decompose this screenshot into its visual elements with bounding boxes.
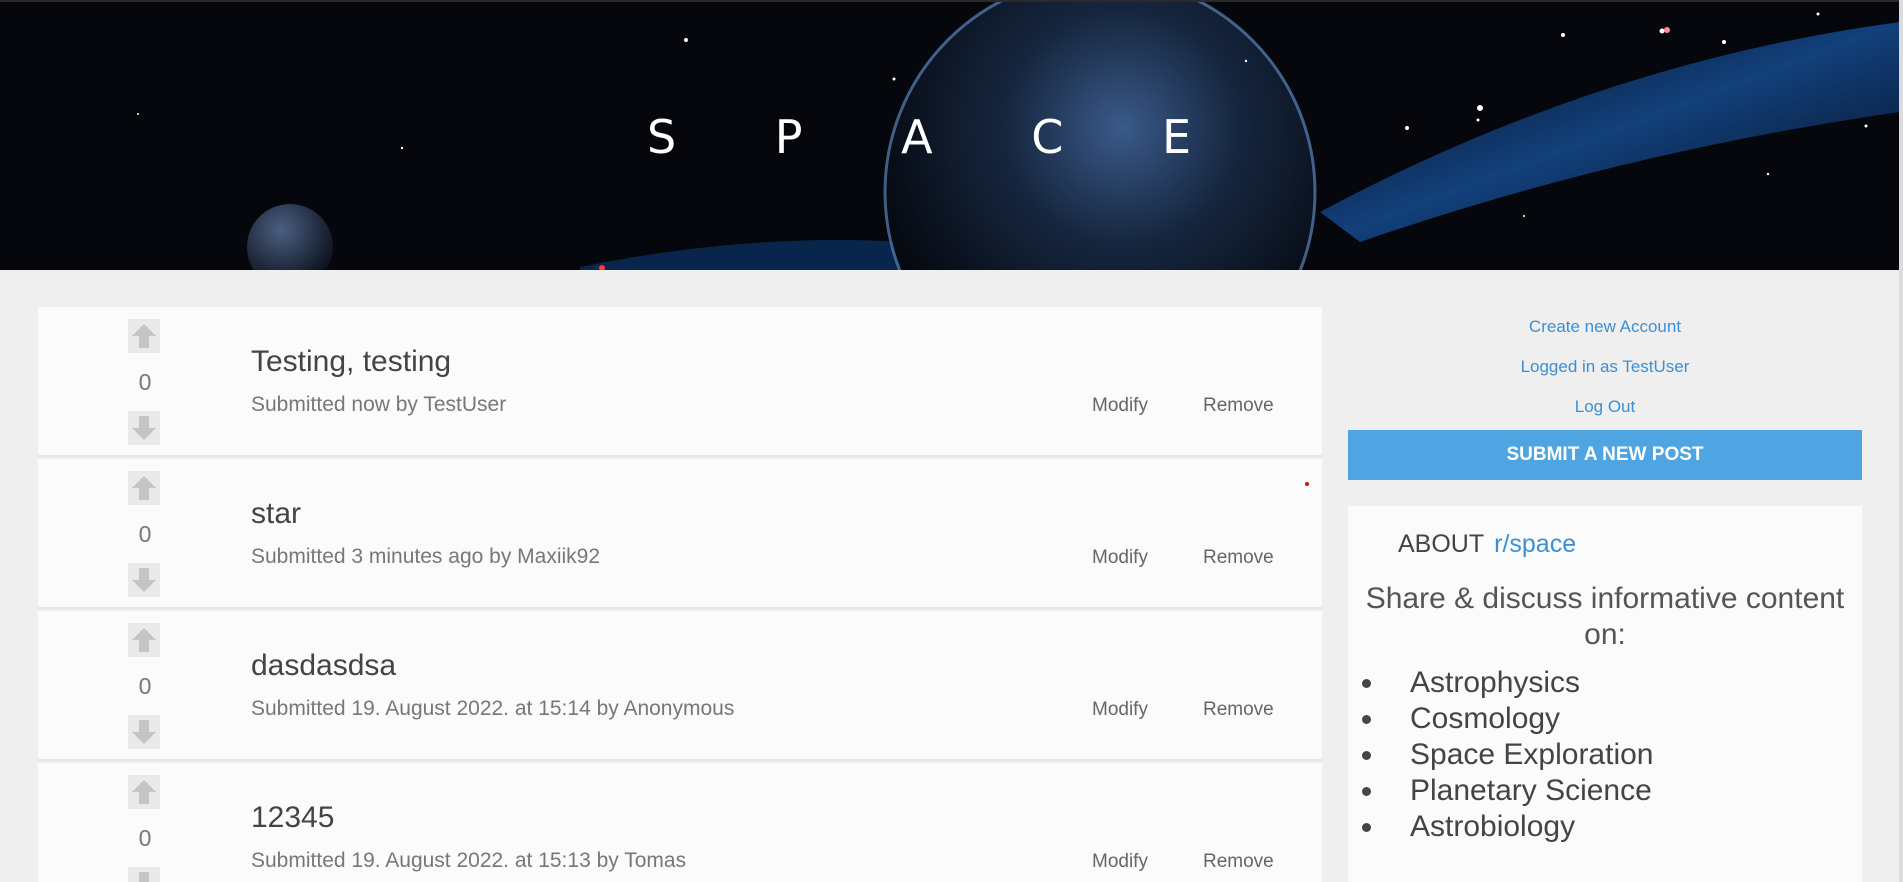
upvote-button[interactable] [128,471,160,505]
upvote-button[interactable] [128,623,160,657]
topic-item: Planetary Science [1348,773,1862,809]
create-account-link[interactable]: Create new Account [1348,307,1862,347]
modify-button[interactable]: Modify [1092,851,1148,873]
vote-score: 0 [138,369,152,395]
logged-in-user-link[interactable]: Logged in as TestUser [1348,347,1862,387]
topic-label: Cosmology [1410,702,1561,735]
topic-item: Cosmology [1348,701,1862,737]
vote-control: 0 [128,623,162,749]
sidebar: Create new Account Logged in as TestUser… [1348,307,1862,882]
bullet-icon [1362,751,1371,760]
post-title[interactable]: star [251,497,301,531]
arrow-up-icon [132,476,156,500]
remove-button[interactable]: Remove [1203,851,1274,873]
bullet-icon [1362,715,1371,724]
topic-label: Space Exploration [1410,738,1654,771]
upvote-button[interactable] [128,319,160,353]
vote-score: 0 [138,521,152,547]
about-heading: ABOUT r/space [1348,530,1862,559]
modify-button[interactable]: Modify [1092,547,1148,569]
cursor-dot [1305,482,1309,486]
arrow-down-icon [132,416,156,440]
vote-control: 0 [128,319,162,445]
arrow-down-icon [132,568,156,592]
arrow-up-icon [132,780,156,804]
remove-button[interactable]: Remove [1203,395,1274,417]
topic-label: Astrophysics [1410,666,1581,699]
vote-score: 0 [138,673,152,699]
post-title[interactable]: 12345 [251,801,334,835]
about-panel: ABOUT r/space Share & discuss informative… [1348,506,1862,882]
downvote-button[interactable] [128,867,160,882]
post-card: 0 star Submitted 3 minutes ago by Maxiik… [38,459,1322,609]
vote-control: 0 [128,471,162,597]
bullet-icon [1362,679,1371,688]
downvote-button[interactable] [128,563,160,597]
arrow-up-icon [132,324,156,348]
downvote-button[interactable] [128,715,160,749]
space-banner: S P A C E [0,0,1900,270]
post-card: 0 Testing, testing Submitted now by Test… [38,307,1322,457]
topic-label: Astrobiology [1410,810,1576,843]
post-meta: Submitted 19. August 2022. at 15:14 by A… [251,697,735,720]
post-list: 0 Testing, testing Submitted now by Test… [38,307,1322,882]
vote-control: 0 [128,775,162,882]
upvote-button[interactable] [128,775,160,809]
arrow-down-icon [132,720,156,744]
scrollbar[interactable] [1899,0,1903,882]
downvote-button[interactable] [128,411,160,445]
topic-item: Astrophysics [1348,665,1862,701]
bullet-icon [1362,823,1371,832]
topic-label: Planetary Science [1410,774,1652,807]
topic-list: Astrophysics Cosmology Space Exploration… [1348,665,1862,845]
subreddit-link[interactable]: r/space [1494,530,1576,558]
bullet-icon [1362,787,1371,796]
remove-button[interactable]: Remove [1203,547,1274,569]
post-card: 0 12345 Submitted 19. August 2022. at 15… [38,763,1322,882]
about-label: ABOUT [1398,530,1485,558]
post-meta: Submitted now by TestUser [251,393,507,416]
post-meta: Submitted 19. August 2022. at 15:13 by T… [251,849,687,872]
arrow-down-icon [139,872,149,882]
banner-title: S P A C E [646,110,1234,164]
modify-button[interactable]: Modify [1092,395,1148,417]
post-title[interactable]: dasdasdsa [251,649,396,683]
remove-button[interactable]: Remove [1203,699,1274,721]
submit-new-post-button[interactable]: SUBMIT A NEW POST [1348,430,1862,480]
post-title[interactable]: Testing, testing [251,345,451,379]
topic-item: Space Exploration [1348,737,1862,773]
post-meta: Submitted 3 minutes ago by Maxiik92 [251,545,601,568]
arrow-up-icon [132,628,156,652]
modify-button[interactable]: Modify [1092,699,1148,721]
log-out-link[interactable]: Log Out [1348,387,1862,427]
topic-item: Astrobiology [1348,809,1862,845]
about-description: Share & discuss informative content on: [1365,582,1845,651]
post-card: 0 dasdasdsa Submitted 19. August 2022. a… [38,611,1322,761]
vote-score: 0 [138,825,152,851]
